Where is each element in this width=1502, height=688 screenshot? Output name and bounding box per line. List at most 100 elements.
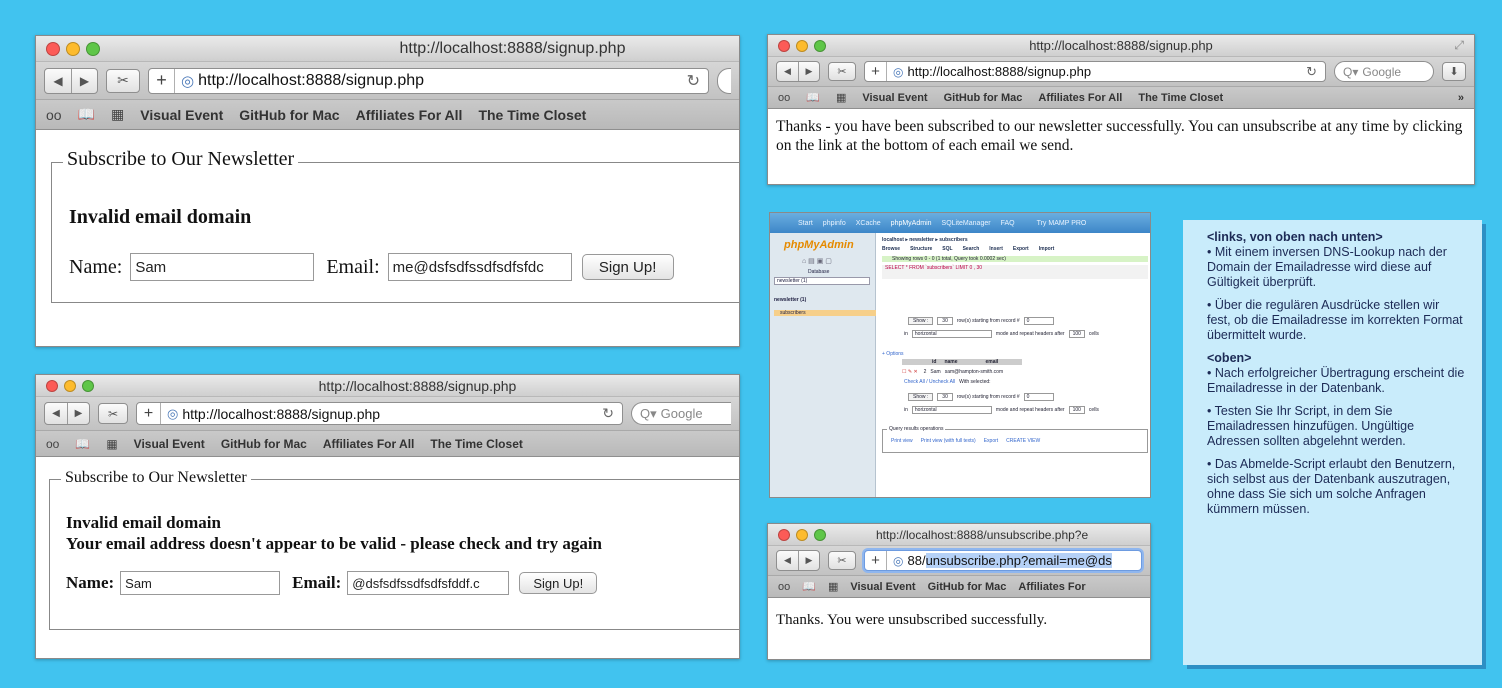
tab-faq[interactable]: FAQ <box>1001 220 1015 227</box>
url-text[interactable]: 88/unsubscribe.php?email=me@ds <box>907 553 1141 568</box>
grid-icon[interactable]: ▦ <box>828 580 838 593</box>
mode-select-bottom[interactable]: horizontal <box>911 406 992 414</box>
bookmark-visual-event[interactable]: Visual Event <box>850 581 915 593</box>
back-icon[interactable]: ◀ <box>45 69 71 93</box>
tab-try-mamp-pro[interactable]: Try MAMP PRO <box>1037 220 1087 227</box>
name-input[interactable]: Sam <box>130 253 315 281</box>
database-select[interactable]: newsletter (1) <box>774 277 870 285</box>
show-button[interactable]: Show : <box>908 317 934 325</box>
book-icon[interactable]: 📖 <box>802 580 816 593</box>
book-icon[interactable]: 📖 <box>806 91 820 104</box>
plus-icon[interactable]: + <box>865 551 887 570</box>
sign-up-button[interactable]: Sign Up! <box>519 572 598 594</box>
repeat-input-bottom[interactable]: 100 <box>1068 406 1085 414</box>
print-view-link[interactable]: Print view <box>891 438 913 444</box>
reader-glasses-icon[interactable]: oo <box>46 107 62 123</box>
bookmark-github-for-mac[interactable]: GitHub for Mac <box>944 92 1023 104</box>
tab-start[interactable]: Start <box>798 220 813 227</box>
bookmark-github-for-mac[interactable]: GitHub for Mac <box>928 581 1007 593</box>
plus-icon[interactable]: + <box>865 62 887 81</box>
start-input[interactable]: 0 <box>1023 317 1054 325</box>
col-id[interactable]: id <box>932 359 936 365</box>
reader-glasses-icon[interactable]: oo <box>778 581 790 593</box>
address-bar[interactable]: + ◎ http://localhost:8888/signup.php ↻ <box>864 61 1326 82</box>
tab-import[interactable]: Import <box>1039 246 1055 252</box>
tab-export[interactable]: Export <box>1013 246 1029 252</box>
plus-icon[interactable]: + <box>149 68 175 93</box>
tab-search[interactable]: Search <box>963 246 980 252</box>
reload-icon[interactable]: ↻ <box>687 71 700 91</box>
rows-input-bottom[interactable]: 30 <box>937 393 953 401</box>
back-icon[interactable]: ◀ <box>45 403 67 424</box>
bookmark-visual-event[interactable]: Visual Event <box>140 107 223 123</box>
bookmark-visual-event[interactable]: Visual Event <box>134 437 205 451</box>
table-subscribers[interactable]: subscribers <box>774 310 876 316</box>
fullscreen-icon[interactable]: ⤢ <box>1454 38 1464 53</box>
address-bar[interactable]: + ◎ 88/unsubscribe.php?email=me@ds <box>864 550 1142 571</box>
forward-icon[interactable]: ▶ <box>71 68 97 93</box>
col-email[interactable]: email <box>986 359 999 365</box>
row-actions[interactable]: ☐ ✎ ✕ <box>902 369 918 375</box>
print-view-full-link[interactable]: Print view (with full texts) <box>921 438 976 444</box>
bookmark-github-for-mac[interactable]: GitHub for Mac <box>221 437 307 451</box>
email-input[interactable]: @dsfsdfssdfsdfsfddf.c <box>347 571 510 595</box>
reload-icon[interactable]: ↻ <box>602 405 614 422</box>
create-view-link[interactable]: CREATE VIEW <box>1006 438 1040 444</box>
tab-phpinfo[interactable]: phpinfo <box>823 220 846 227</box>
forward-icon[interactable]: ▶ <box>67 403 89 424</box>
reload-icon[interactable]: ↻ <box>1306 64 1317 80</box>
tab-structure[interactable]: Structure <box>910 246 932 252</box>
address-bar[interactable]: + ◎ http://localhost:8888/signup.php ↻ <box>148 67 709 94</box>
bookmark-time-closet[interactable]: The Time Closet <box>1138 92 1223 104</box>
forward-icon[interactable]: ▶ <box>798 551 819 570</box>
tab-xcache[interactable]: XCache <box>856 220 881 227</box>
database-name[interactable]: newsletter (1) <box>774 297 806 303</box>
mode-select[interactable]: horizontal <box>911 330 992 338</box>
url-text[interactable]: http://localhost:8888/signup.php <box>182 406 602 422</box>
show-button-bottom[interactable]: Show : <box>908 393 934 401</box>
bookmark-time-closet[interactable]: The Time Closet <box>478 107 586 123</box>
email-input[interactable]: me@dsfsdfssdfsdfsfdc <box>387 253 572 281</box>
book-icon[interactable]: 📖 <box>78 106 95 123</box>
bookmark-affiliates-for-all[interactable]: Affiliates For All <box>356 107 463 123</box>
address-bar[interactable]: + ◎ http://localhost:8888/signup.php ↻ <box>136 402 623 425</box>
back-icon[interactable]: ◀ <box>777 62 798 81</box>
start-input-bottom[interactable]: 0 <box>1023 393 1054 401</box>
bookmark-time-closet[interactable]: The Time Closet <box>430 437 522 451</box>
url-text[interactable]: http://localhost:8888/signup.php <box>907 64 1306 79</box>
export-link[interactable]: Export <box>984 438 998 444</box>
name-input[interactable]: Sam <box>120 571 281 595</box>
repeat-input[interactable]: 100 <box>1068 330 1085 338</box>
back-icon[interactable]: ◀ <box>777 551 798 570</box>
search-field[interactable]: Q▾ Google <box>631 402 731 425</box>
check-all-link[interactable]: Check All / Uncheck All <box>904 379 955 385</box>
tab-browse[interactable]: Browse <box>882 246 900 252</box>
plus-icon[interactable]: + <box>137 403 161 424</box>
url-text[interactable]: http://localhost:8888/signup.php <box>198 72 687 90</box>
bookmark-visual-event[interactable]: Visual Event <box>862 92 927 104</box>
sign-up-button[interactable]: Sign Up! <box>581 254 674 280</box>
more-bookmarks-icon[interactable]: » <box>1458 92 1464 104</box>
grid-icon[interactable]: ▦ <box>111 106 124 123</box>
bookmark-github-for-mac[interactable]: GitHub for Mac <box>239 107 339 123</box>
reader-glasses-icon[interactable]: oo <box>46 437 59 451</box>
reader-glasses-icon[interactable]: oo <box>778 92 790 104</box>
snip-icon[interactable]: ✂ <box>106 68 140 93</box>
options-link[interactable]: + Options <box>882 351 904 357</box>
tab-sql[interactable]: SQL <box>942 246 952 252</box>
forward-icon[interactable]: ▶ <box>798 62 819 81</box>
search-field[interactable]: Q▾ Google <box>1334 61 1434 82</box>
tab-phpmyadmin[interactable]: phpMyAdmin <box>891 220 932 227</box>
grid-icon[interactable]: ▦ <box>836 91 846 104</box>
snip-icon[interactable]: ✂ <box>828 551 856 570</box>
download-icon[interactable]: ⬇ <box>1442 62 1466 81</box>
book-icon[interactable]: 📖 <box>75 437 90 451</box>
snip-icon[interactable]: ✂ <box>98 403 128 424</box>
bookmark-affiliates-for-all[interactable]: Affiliates For All <box>1038 92 1122 104</box>
col-name[interactable]: name <box>944 359 957 365</box>
tab-sqlitemanager[interactable]: SQLiteManager <box>942 220 991 227</box>
grid-icon[interactable]: ▦ <box>106 437 117 451</box>
tab-insert[interactable]: Insert <box>989 246 1003 252</box>
bookmark-affiliates-for[interactable]: Affiliates For <box>1018 581 1085 593</box>
rows-input[interactable]: 30 <box>937 317 953 325</box>
